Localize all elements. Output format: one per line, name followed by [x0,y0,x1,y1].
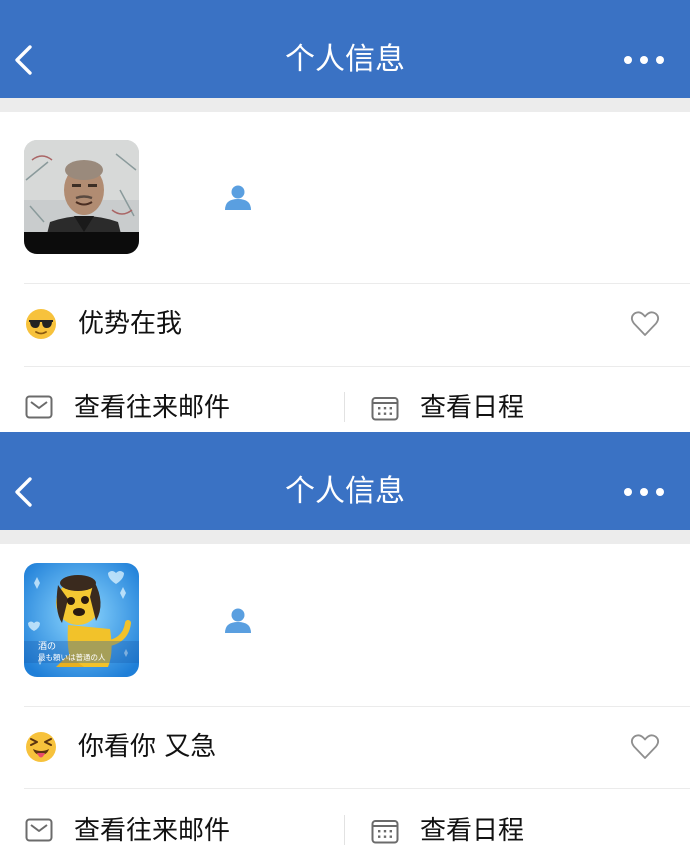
status-text: 优势在我 [78,309,183,339]
profile-screen-1: 个人信息 优势在我 查看往来邮件 查看日程 [0,0,690,432]
status-row: 你看你 又急 [0,707,690,789]
page-title: 个人信息 [285,474,405,509]
action-separator [344,815,345,845]
status-row: 优势在我 [0,284,690,366]
profile-screen-2: 个人信息 酒の 最も頼いは普通の人 你看你 又急 查看往来邮件 查看日程 [0,432,690,863]
status-text: 你看你 又急 [78,732,217,762]
calendar-icon [371,820,399,844]
avatar-caption-line-2: 最も頼いは普通の人 [38,652,106,662]
action-separator [344,392,345,422]
divider [24,788,690,789]
portrait-photo [24,140,139,254]
view-mail-button[interactable]: 查看往来邮件 [24,811,324,851]
person-icon [225,608,251,633]
sunglasses-emoji [26,309,56,339]
more-button[interactable] [624,48,664,72]
mail-icon [25,818,53,842]
avatar[interactable] [24,140,139,254]
section-gap [0,530,690,544]
divider [24,366,690,367]
more-dots-icon [624,488,632,496]
avatar[interactable]: 酒の 最も頼いは普通の人 [24,563,139,677]
calendar-icon [371,397,399,421]
view-schedule-button[interactable]: 查看日程 [370,811,670,851]
view-schedule-button[interactable]: 查看日程 [370,388,670,428]
avatar-caption-line-1: 酒の [38,641,56,652]
heart-outline-icon[interactable] [630,732,660,762]
cartoon-dog-image: 酒の 最も頼いは普通の人 [24,563,139,677]
section-gap [0,98,690,112]
nav-bar: 个人信息 [0,0,690,98]
view-schedule-label: 查看日程 [420,816,525,846]
view-schedule-label: 查看日程 [420,393,525,423]
squinting-tongue-emoji [26,732,56,762]
view-mail-label: 查看往来邮件 [74,393,231,423]
more-dots-icon [624,56,632,64]
more-button[interactable] [624,480,664,504]
heart-outline-icon[interactable] [630,309,660,339]
person-icon [225,185,251,210]
page-title: 个人信息 [285,42,405,77]
view-mail-button[interactable]: 查看往来邮件 [24,388,324,428]
nav-bar: 个人信息 [0,432,690,530]
mail-icon [25,395,53,419]
view-mail-label: 查看往来邮件 [74,816,231,846]
